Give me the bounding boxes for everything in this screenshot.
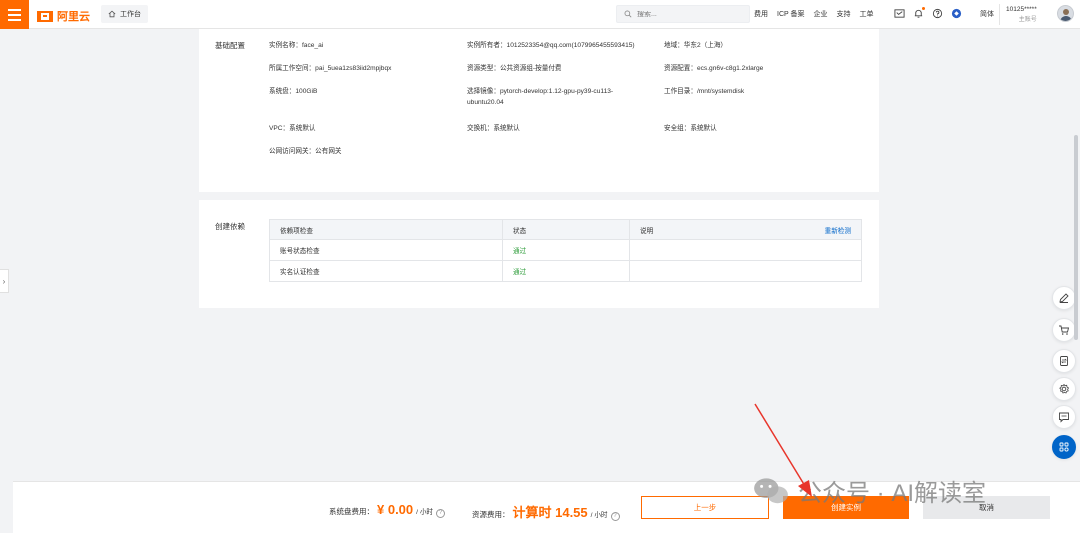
edit-tool-button[interactable] (1052, 286, 1076, 310)
column-header: 状态 (502, 219, 630, 240)
vpc: VPC：系统默认 (269, 125, 316, 132)
disk-fee: 系统盘费用： ¥ 0.00 / 小时 ? (329, 502, 446, 518)
aliyun-logo-icon (37, 10, 53, 22)
pencil-icon (1059, 293, 1069, 303)
recheck-link[interactable]: 重新检测 (825, 225, 851, 235)
dependency-table: 依赖项检查 状态 说明 重新检测 账号状态检查 通过 实名认证检查 通过 (269, 219, 862, 282)
resource-fee-amount: 计算时 14.55 (512, 505, 588, 520)
gear-icon (1059, 383, 1070, 394)
image: 选择镜像：pytorch-develop:1.12-gpu-py39-cu113… (467, 88, 614, 106)
search-icon (624, 10, 632, 18)
apps-grid-icon (1059, 442, 1069, 452)
workbench-button[interactable]: 工作台 (101, 5, 148, 23)
ai-assistant-icon[interactable] (950, 7, 963, 20)
basic-config-title: 基础配置 (215, 41, 245, 50)
vswitch: 交换机：系统默认 (467, 125, 520, 132)
help-icon[interactable]: ? (436, 508, 446, 518)
column-header: 说明 重新检测 (629, 219, 862, 240)
dependency-item: 账号状态检查 (269, 239, 503, 261)
bell-icon[interactable] (912, 7, 925, 20)
disk-fee-amount: ¥ 0.00 (377, 502, 414, 517)
wechat-icon (754, 477, 788, 503)
language-switch[interactable]: 简体 (980, 9, 994, 19)
transfer-tool-button[interactable] (1052, 349, 1076, 373)
previous-step-button[interactable]: 上一步 (641, 496, 769, 519)
resource-spec: 资源配置：ecs.gn6v-c8g1.2xlarge (664, 65, 764, 72)
brand-name: 阿里云 (57, 11, 90, 23)
cart-tool-button[interactable] (1052, 318, 1076, 342)
system-disk: 系统盘：100GiB (269, 88, 318, 95)
sync-icon (1060, 356, 1068, 366)
table-header-row: 依赖项检查 状态 说明 重新检测 (269, 219, 862, 240)
header-divider (999, 4, 1000, 25)
security-group: 安全组：系统默认 (664, 125, 717, 132)
work-directory: 工作目录：/mnt/systemdisk (664, 88, 745, 95)
top-nav-links: 费用 ICP 备案 企业 支持 工单 (754, 9, 874, 19)
nav-support[interactable]: 支持 (837, 9, 851, 19)
instance-owner: 实例所有者：1012523354@qq.com(1079965455593415… (467, 42, 635, 49)
dependency-item: 实名认证检查 (269, 260, 503, 282)
resource-fee-label: 资源费用： (472, 510, 510, 519)
dependency-note (629, 260, 862, 282)
nav-enterprise[interactable]: 企业 (814, 9, 828, 19)
notification-dot (922, 7, 925, 10)
workbench-label: 工作台 (120, 11, 141, 18)
feedback-tool-button[interactable] (1052, 405, 1076, 429)
dependency-note (629, 239, 862, 261)
table-row: 实名认证检查 通过 (269, 260, 862, 282)
sidebar-expand-handle[interactable]: › (0, 269, 9, 293)
disk-fee-unit: / 小时 (416, 509, 434, 516)
table-row: 账号状态检查 通过 (269, 239, 862, 261)
feedback-icon (1059, 412, 1069, 423)
column-header: 依赖项检查 (269, 219, 503, 240)
column-header-label: 说明 (640, 227, 654, 235)
resource-fee: 资源费用： 计算时 14.55 / 小时 ? (472, 502, 620, 521)
public-gateway: 公网访问网关：公有网关 (269, 148, 342, 155)
search-input[interactable] (637, 10, 737, 18)
nav-billing[interactable]: 费用 (754, 9, 768, 19)
message-icon[interactable] (893, 7, 906, 20)
cart-icon (1059, 325, 1070, 335)
dependencies-title: 创建依赖 (215, 222, 245, 231)
watermark-text: 公众号 · AI解读室 (798, 480, 987, 507)
help-icon[interactable] (931, 7, 944, 20)
apps-tool-button[interactable] (1052, 435, 1076, 459)
instance-name: 实例名称：face_ai (269, 42, 324, 49)
basic-config-card: 基础配置 实例名称：face_ai 实例所有者：1012523354@qq.co… (199, 29, 879, 192)
nav-ticket[interactable]: 工单 (860, 9, 874, 19)
help-icon[interactable]: ? (610, 511, 620, 521)
resource-type: 资源类型：公共资源组-按量付费 (467, 65, 562, 72)
dependency-status: 通过 (502, 239, 630, 261)
nav-icp[interactable]: ICP 备案 (777, 9, 805, 19)
dependencies-card: 创建依赖 依赖项检查 状态 说明 重新检测 账号状态检查 通过 实名认证检查 通过 (199, 200, 879, 308)
page-scrollbar[interactable] (1074, 135, 1078, 340)
disk-fee-label: 系统盘费用： (329, 507, 374, 516)
top-navigation-bar: 阿里云 工作台 费用 ICP 备案 企业 支持 工单 简体 10125*****… (0, 0, 1080, 29)
watermark: 公众号 · AI解读室 (752, 473, 986, 508)
user-role: 主账号 (1018, 17, 1037, 23)
user-info[interactable]: 10125***** 主账号 (1006, 4, 1037, 26)
chevron-right-icon: › (2, 276, 6, 286)
settings-tool-button[interactable] (1052, 377, 1076, 401)
home-icon (108, 10, 116, 18)
top-icon-group (893, 7, 963, 20)
workspace: 所属工作空间：pai_5uea1zs83iid2mpjbqx (269, 65, 392, 72)
region: 地域：华东2（上海） (664, 42, 728, 49)
brand-logo[interactable]: 阿里云 (37, 8, 90, 24)
menu-icon[interactable] (0, 0, 29, 29)
search-box[interactable] (616, 5, 750, 23)
dependency-status: 通过 (502, 260, 630, 282)
avatar[interactable] (1057, 5, 1074, 22)
resource-fee-unit: / 小时 (590, 512, 608, 519)
user-id: 10125***** (1006, 6, 1037, 13)
